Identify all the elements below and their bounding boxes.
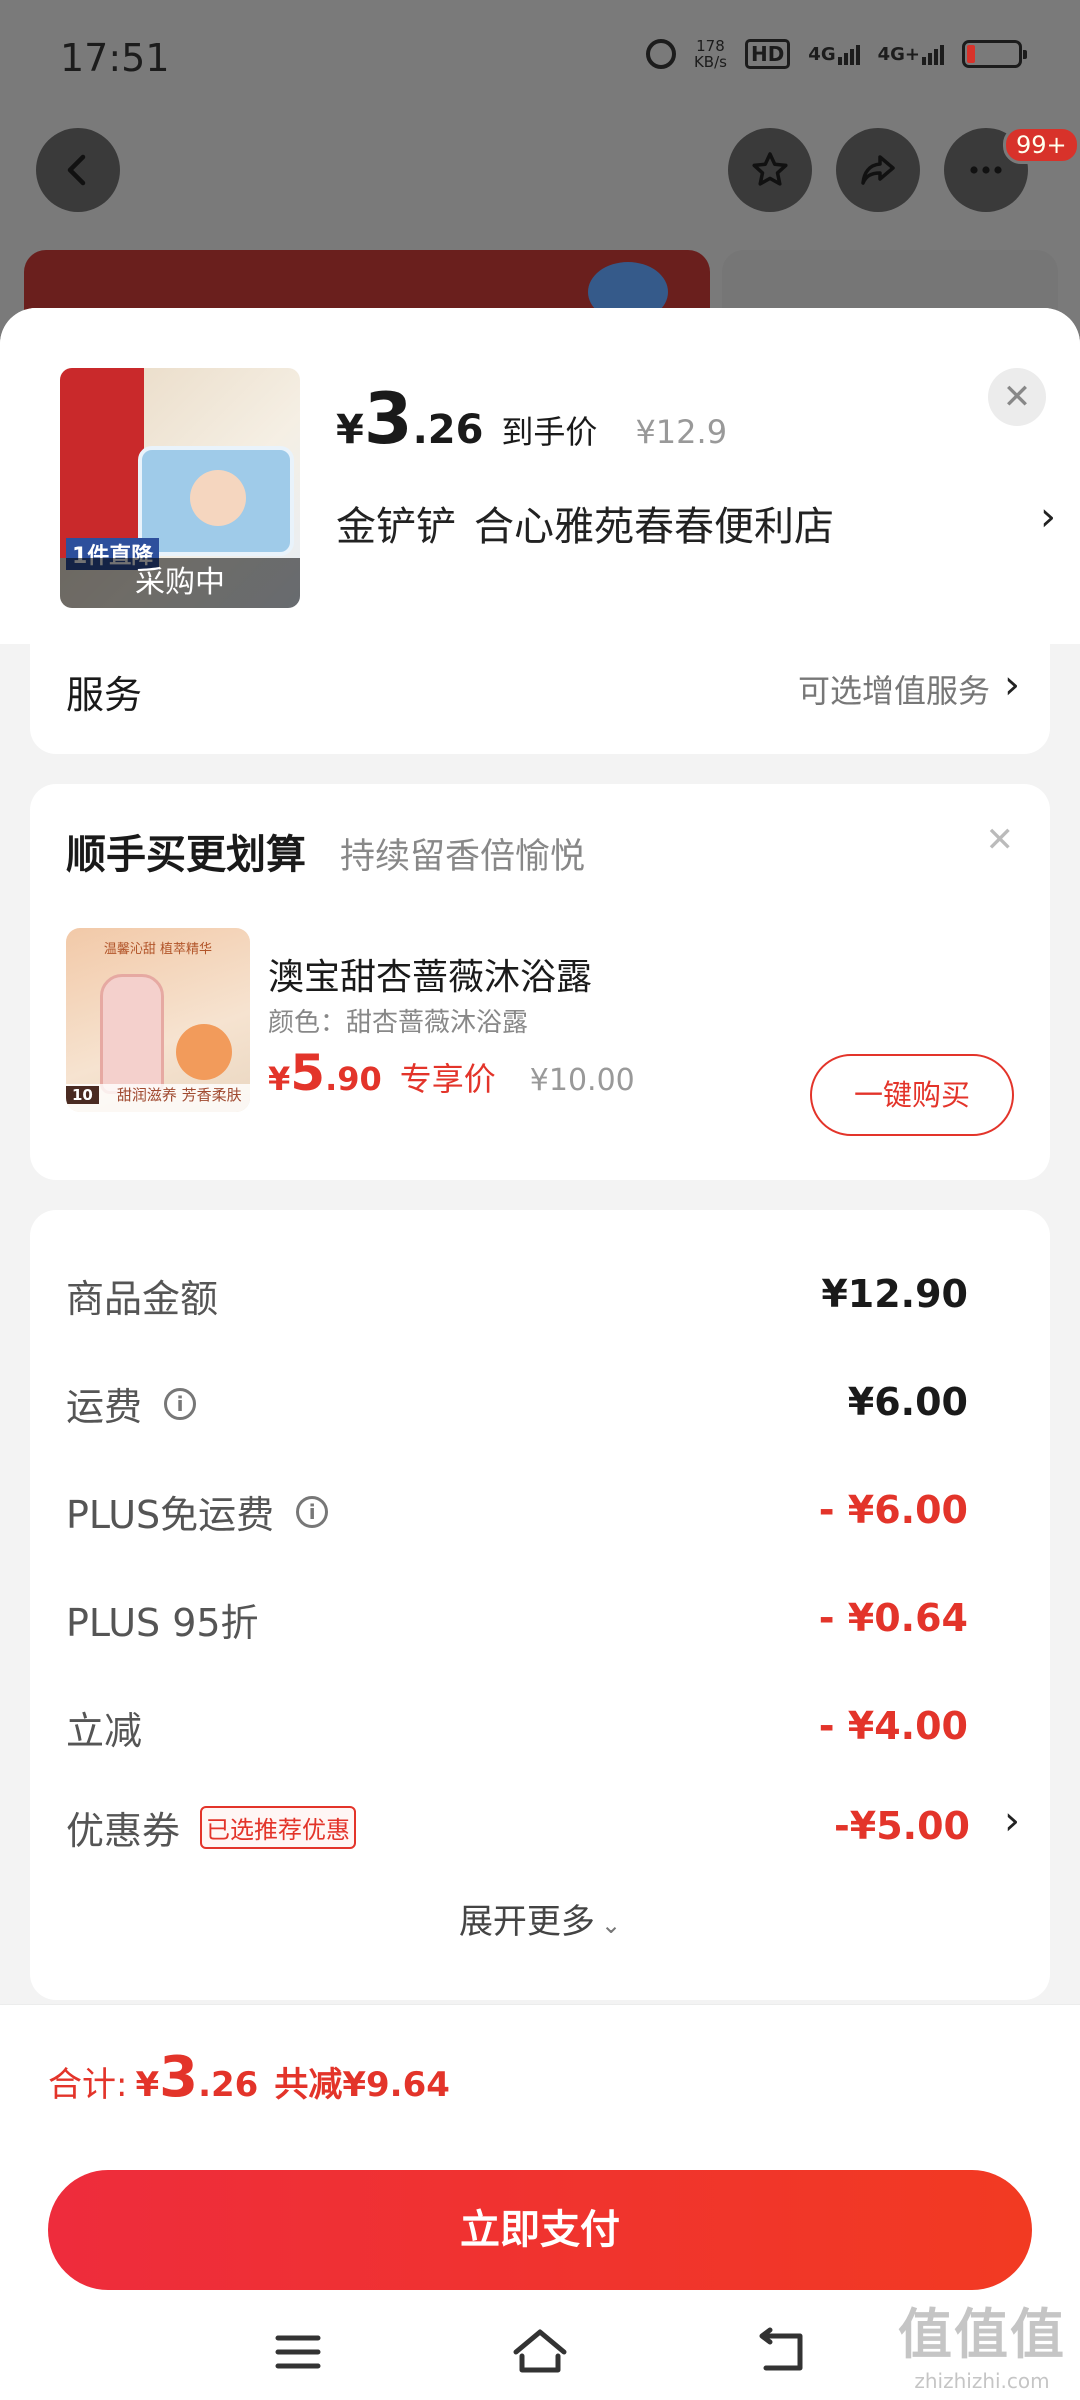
bottle-image — [100, 974, 164, 1094]
one-click-buy-button[interactable]: 一键购买 — [810, 1054, 1014, 1136]
price-label: 到手价 — [501, 413, 598, 451]
upsell-product-color: 颜色：甜杏蔷薇沐浴露 — [268, 1008, 529, 1038]
shop-link[interactable]: 金铲铲 合心雅苑春春便利店 — [336, 494, 852, 552]
fee-value: - ¥6.00 — [818, 1488, 968, 1532]
fee-row-plus-discount: PLUS 95折 - ¥0.64 — [66, 1592, 1050, 1652]
home-icon[interactable] — [510, 2322, 570, 2382]
info-icon[interactable]: i — [296, 1495, 329, 1528]
back-nav-icon[interactable] — [752, 2322, 812, 2382]
upsell-subtitle: 持续留香倍愉悦 — [340, 837, 586, 877]
fee-row-instant-discount: 立减 - ¥4.00 — [66, 1700, 1050, 1760]
pay-now-button[interactable]: 立即支付 — [48, 2170, 1032, 2290]
total-discount: 共减¥9.64 — [274, 2065, 450, 2105]
fee-value: - ¥0.64 — [818, 1596, 968, 1640]
fee-row-coupon[interactable]: 优惠券 已选推荐优惠 -¥5.00 › — [66, 1798, 1050, 1860]
upsell-original-price: ¥10.00 — [529, 1063, 635, 1098]
info-icon[interactable]: i — [164, 1387, 197, 1420]
fee-value: - ¥4.00 — [818, 1704, 968, 1748]
menu-icon[interactable] — [268, 2322, 328, 2382]
status-bar: 17:51 178 KB/s HD 4G 4G+ — [0, 0, 1080, 120]
wipes-pack-image — [138, 446, 294, 556]
chevron-left-icon — [67, 154, 86, 186]
upsell-price: ¥ 5 .90 专享价 ¥10.00 — [268, 1044, 635, 1102]
upsell-product-name[interactable]: 澳宝甜杏蔷薇沐浴露 — [268, 948, 592, 1000]
fee-breakdown: 商品金额 ¥12.90 运费 i ¥6.00 PLUS免运费 i - ¥6.00 P… — [30, 1210, 1050, 2000]
upsell-card: 顺手买更划算 持续留香倍愉悦 ✕ 温馨沁甜 植萃精华 10 甜润滋养 芳香柔肤 澳… — [30, 784, 1050, 1180]
original-price: ¥12.9 — [635, 413, 728, 451]
service-label: 服务 — [66, 673, 143, 717]
service-hint: 可选增值服务 — [797, 672, 990, 710]
battery-icon — [962, 40, 1027, 68]
status-time: 17:51 — [60, 36, 170, 80]
star-icon — [752, 152, 788, 186]
product-price: ¥ 3 .26 到手价 ¥12.9 — [336, 378, 728, 460]
fee-row-shipping: 运费 i ¥6.00 — [66, 1376, 1050, 1436]
back-button[interactable] — [36, 128, 120, 212]
fee-value: ¥6.00 — [847, 1380, 968, 1424]
total-bar: 合计: ¥ 3 .26 共减¥9.64 — [0, 2004, 1080, 2134]
upsell-product-image[interactable]: 温馨沁甜 植萃精华 10 甜润滋养 芳香柔肤 — [66, 928, 250, 1112]
hd-icon: HD — [744, 39, 791, 69]
status-icons: 178 KB/s HD 4G 4G+ — [645, 37, 1027, 71]
notification-badge: 99+ — [1003, 126, 1080, 164]
product-status-overlay: 采购中 — [60, 558, 300, 608]
order-sheet: 1件直降 采购中 ¥ 3 .26 到手价 ¥12.9 金铲铲 合心雅苑春春便利店 … — [0, 308, 1080, 2400]
share-icon — [861, 155, 895, 185]
watermark: 值值值 zhizhizhi.com — [898, 2303, 1066, 2393]
signal-4g-plus-icon: 4G+ — [878, 44, 944, 65]
favorite-button[interactable] — [728, 128, 812, 212]
fee-row-plus-free-shipping: PLUS免运费 i - ¥6.00 — [66, 1484, 1050, 1544]
flower-image — [176, 1024, 232, 1080]
more-icon — [970, 166, 1002, 174]
shop-prefix: 金铲铲 — [336, 504, 456, 550]
upsell-title: 顺手买更划算 — [66, 832, 306, 878]
service-row[interactable]: 服务 可选增值服务 › — [30, 644, 1050, 754]
fee-label: 商品金额 — [66, 1277, 219, 1321]
signal-4g-icon: 4G — [808, 44, 860, 65]
fee-label: 运费 — [66, 1385, 143, 1429]
fee-label: 优惠券 — [66, 1809, 181, 1853]
upsell-price-label: 专享价 — [399, 1060, 496, 1098]
total-amount: 合计: ¥ 3 .26 共减¥9.64 — [48, 2045, 450, 2110]
fee-value: -¥5.00 — [834, 1804, 970, 1848]
fee-value: ¥12.90 — [821, 1272, 968, 1316]
coupon-tag: 已选推荐优惠 — [200, 1806, 357, 1849]
fee-label: 立减 — [66, 1709, 143, 1753]
chevron-right-icon[interactable]: › — [1040, 494, 1056, 540]
fee-row-goods: 商品金额 ¥12.90 — [66, 1268, 1050, 1328]
shop-name: 合心雅苑春春便利店 — [474, 504, 834, 550]
expand-more-button[interactable]: 展开更多 ⌄ — [30, 1894, 1050, 1943]
fee-label: PLUS免运费 — [66, 1493, 275, 1537]
product-header: 1件直降 采购中 ¥ 3 .26 到手价 ¥12.9 金铲铲 合心雅苑春春便利店 … — [0, 308, 1080, 644]
network-speed: 178 KB/s — [693, 37, 727, 71]
fee-label: PLUS 95折 — [66, 1601, 259, 1645]
close-button[interactable]: ✕ — [988, 368, 1046, 426]
share-button[interactable] — [836, 128, 920, 212]
chevron-down-icon: ⌄ — [600, 1911, 622, 1939]
chevron-right-icon: › — [1004, 662, 1020, 708]
chevron-right-icon: › — [1004, 1798, 1020, 1844]
product-image[interactable]: 1件直降 采购中 — [60, 368, 300, 608]
alarm-icon — [645, 39, 676, 69]
upsell-close-icon[interactable]: ✕ — [986, 820, 1015, 860]
